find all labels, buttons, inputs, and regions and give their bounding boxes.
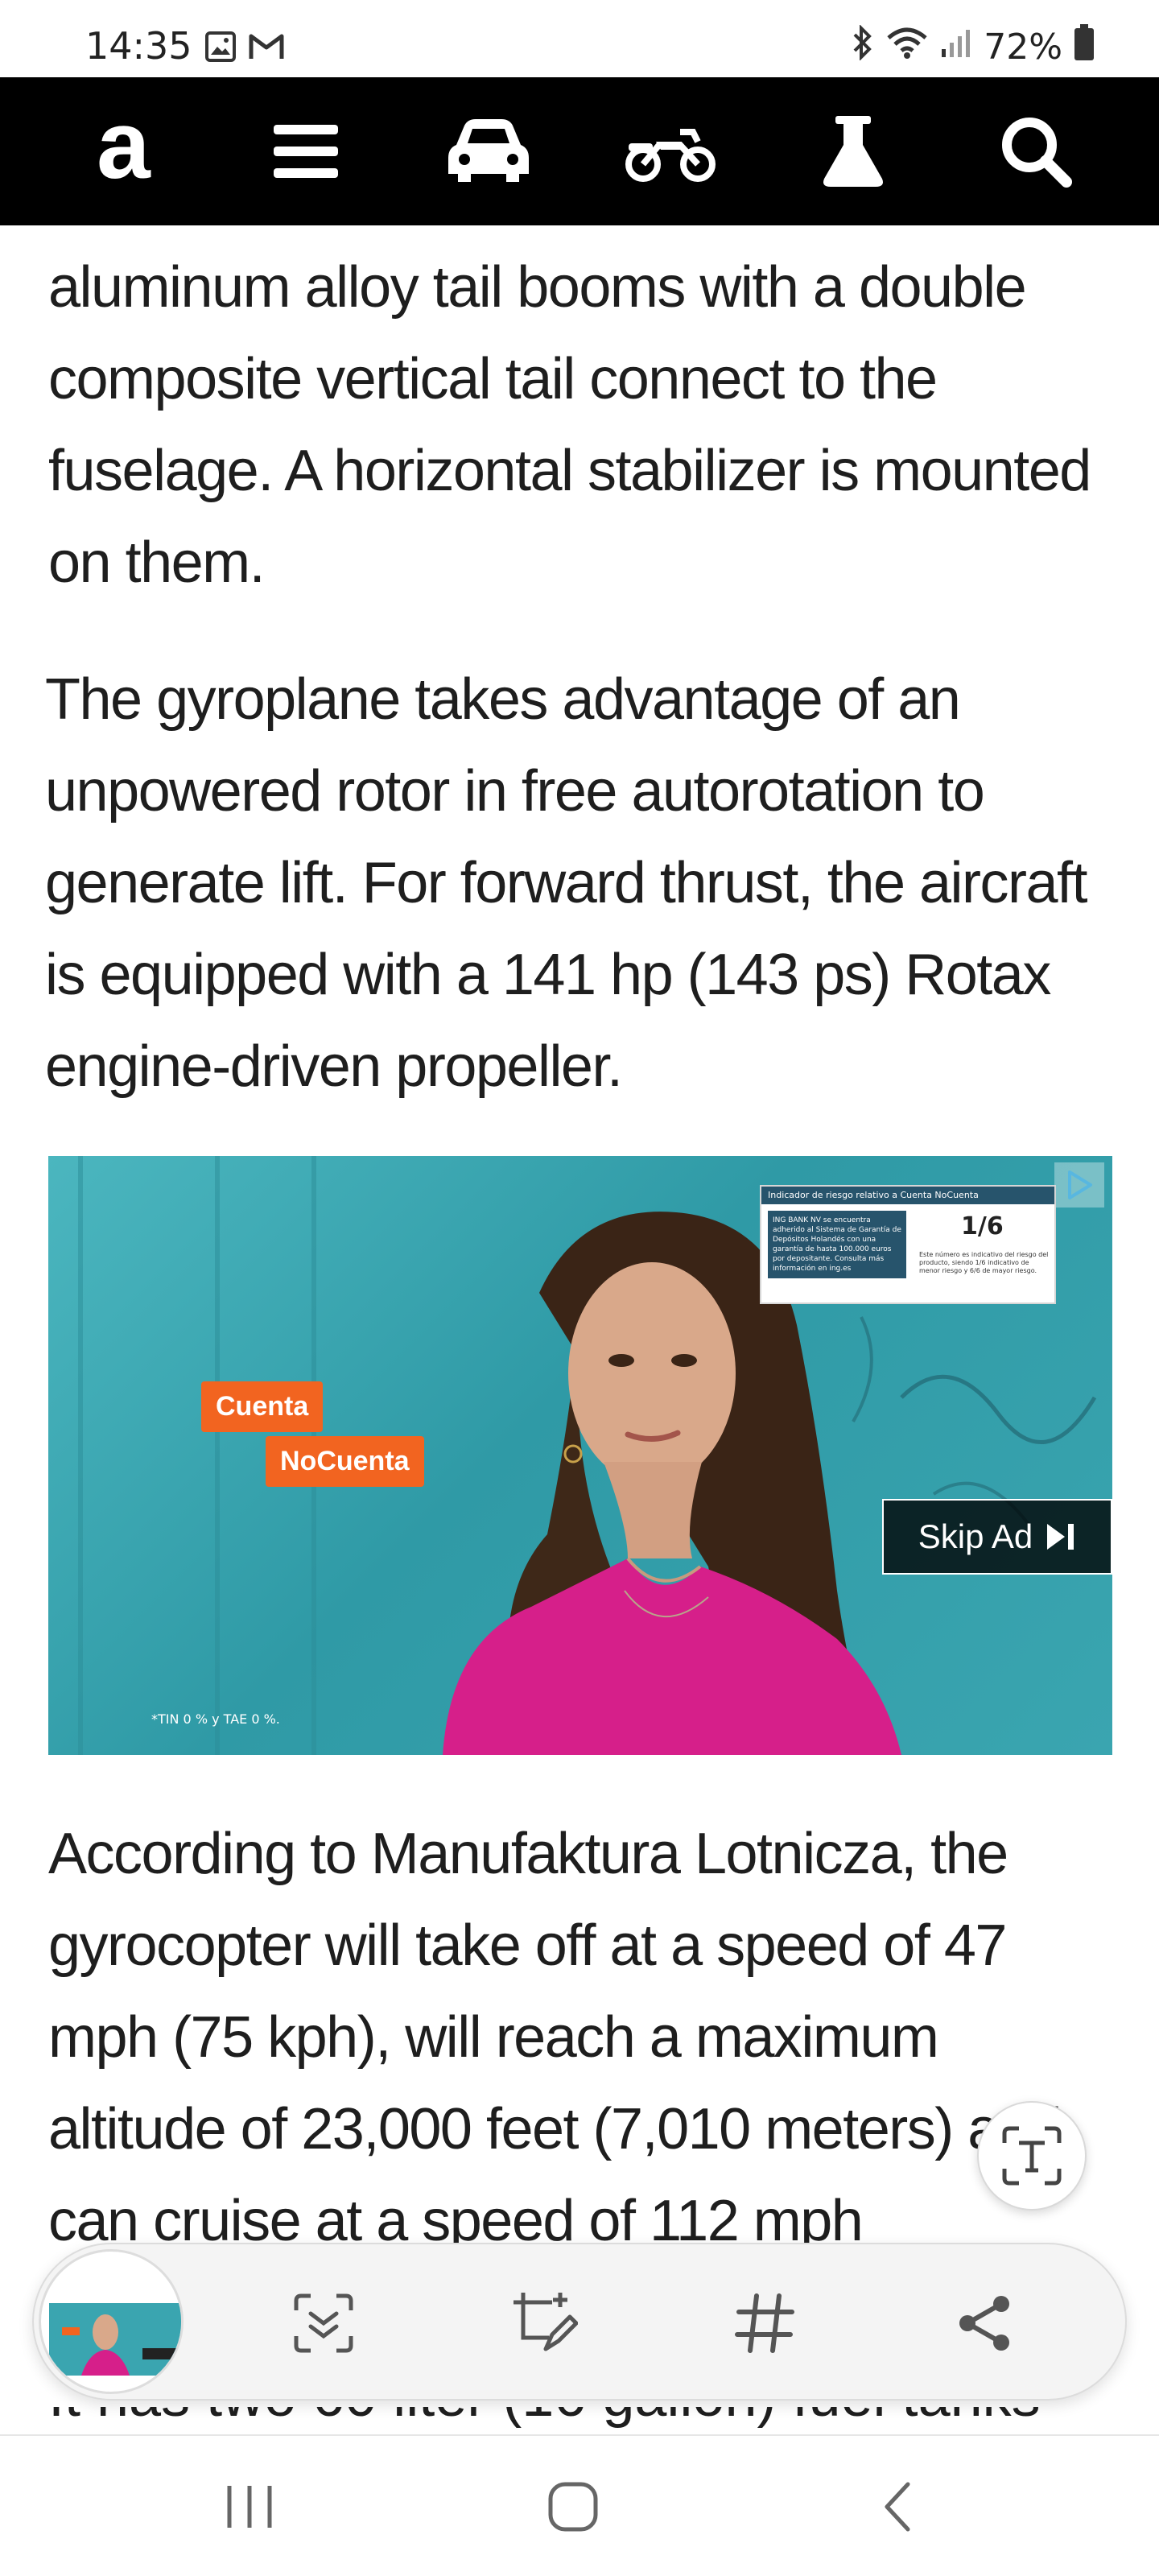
battery-level: 72% bbox=[984, 27, 1062, 68]
status-system-icons: 72% bbox=[850, 24, 1095, 70]
skip-ad-button[interactable]: Skip Ad bbox=[882, 1499, 1112, 1575]
article-peek-text: It has two 60 liter (16 gallon) fuel tan… bbox=[48, 2407, 1111, 2429]
hashtag-icon bbox=[735, 2293, 794, 2353]
ad-risk-fraction: 1/6 bbox=[961, 1212, 1004, 1241]
text-recognition-icon bbox=[1002, 2126, 1062, 2186]
back-button[interactable] bbox=[848, 2475, 945, 2539]
ad-risk-guarantee: ING BANK NV se encuentra adherido al Sis… bbox=[768, 1211, 906, 1278]
article-paragraph: aluminum alloy tail booms with a double … bbox=[48, 255, 1091, 595]
crop-edit-icon bbox=[514, 2293, 578, 2351]
scan-text-button[interactable] bbox=[275, 2275, 372, 2372]
recents-icon bbox=[227, 2486, 272, 2528]
hashtag-button[interactable] bbox=[716, 2275, 813, 2372]
car-icon bbox=[448, 119, 529, 182]
back-icon bbox=[885, 2482, 910, 2532]
science-button[interactable] bbox=[789, 87, 918, 216]
skip-ad-label: Skip Ad bbox=[918, 1517, 1033, 1555]
status-time: 14:35 bbox=[85, 24, 192, 68]
article-paragraph: According to Manufaktura Lotnicza, the g… bbox=[48, 1822, 1062, 2253]
system-nav-bar bbox=[0, 2434, 1159, 2576]
cars-button[interactable] bbox=[424, 87, 553, 216]
extract-text-button[interactable] bbox=[977, 2101, 1087, 2211]
ad-choices-icon bbox=[1068, 1170, 1092, 1199]
ad-choices-button[interactable] bbox=[1054, 1162, 1104, 1208]
motorcycles-button[interactable] bbox=[606, 87, 735, 216]
recents-button[interactable] bbox=[201, 2475, 298, 2539]
share-button[interactable] bbox=[937, 2275, 1033, 2372]
image-icon bbox=[204, 31, 237, 67]
menu-button[interactable] bbox=[241, 87, 370, 216]
home-button[interactable] bbox=[525, 2475, 621, 2539]
screenshot-toolbar bbox=[32, 2243, 1127, 2401]
ad-risk-title: Indicador de riesgo relativo a Cuenta No… bbox=[761, 1187, 1054, 1204]
video-ad[interactable]: Indicador de riesgo relativo a Cuenta No… bbox=[48, 1156, 1112, 1755]
logo-text: a bbox=[96, 91, 151, 199]
article-paragraph: The gyroplane takes advantage of an unpo… bbox=[45, 667, 1088, 1099]
gmail-icon bbox=[248, 31, 285, 66]
crop-edit-button[interactable] bbox=[496, 2275, 592, 2372]
site-top-nav: a bbox=[0, 77, 1159, 225]
scan-text-icon bbox=[294, 2293, 353, 2353]
wifi-icon bbox=[885, 25, 929, 69]
motorcycle-icon bbox=[625, 129, 716, 182]
status-bar: 14:35 72% bbox=[0, 0, 1159, 77]
site-logo[interactable]: a bbox=[59, 87, 188, 216]
search-icon bbox=[1001, 118, 1072, 188]
thumbnail-ad-preview bbox=[49, 2303, 181, 2376]
skip-next-icon bbox=[1047, 1524, 1074, 1550]
battery-icon bbox=[1074, 24, 1095, 70]
ad-risk-indicator: Indicador de riesgo relativo a Cuenta No… bbox=[760, 1185, 1056, 1304]
flask-icon bbox=[823, 116, 883, 187]
menu-icon bbox=[273, 125, 338, 178]
home-icon bbox=[548, 2482, 598, 2532]
ad-legal-text: *TIN 0 % y TAE 0 %. bbox=[151, 1711, 280, 1727]
share-icon bbox=[959, 2296, 1009, 2351]
status-notification-icons bbox=[204, 31, 285, 67]
search-button[interactable] bbox=[971, 87, 1100, 216]
ad-tag-cuenta: Cuenta bbox=[201, 1381, 324, 1432]
signal-icon bbox=[940, 27, 972, 68]
ad-tag-nocuenta: NoCuenta bbox=[266, 1436, 424, 1487]
article-peek-line: It has two 60 liter (16 gallon) fuel tan… bbox=[48, 2407, 1111, 2429]
screenshot-thumbnail[interactable] bbox=[39, 2249, 184, 2394]
bluetooth-icon bbox=[850, 24, 874, 69]
ad-risk-note: Este número es indicativo del riesgo del… bbox=[919, 1251, 1049, 1274]
